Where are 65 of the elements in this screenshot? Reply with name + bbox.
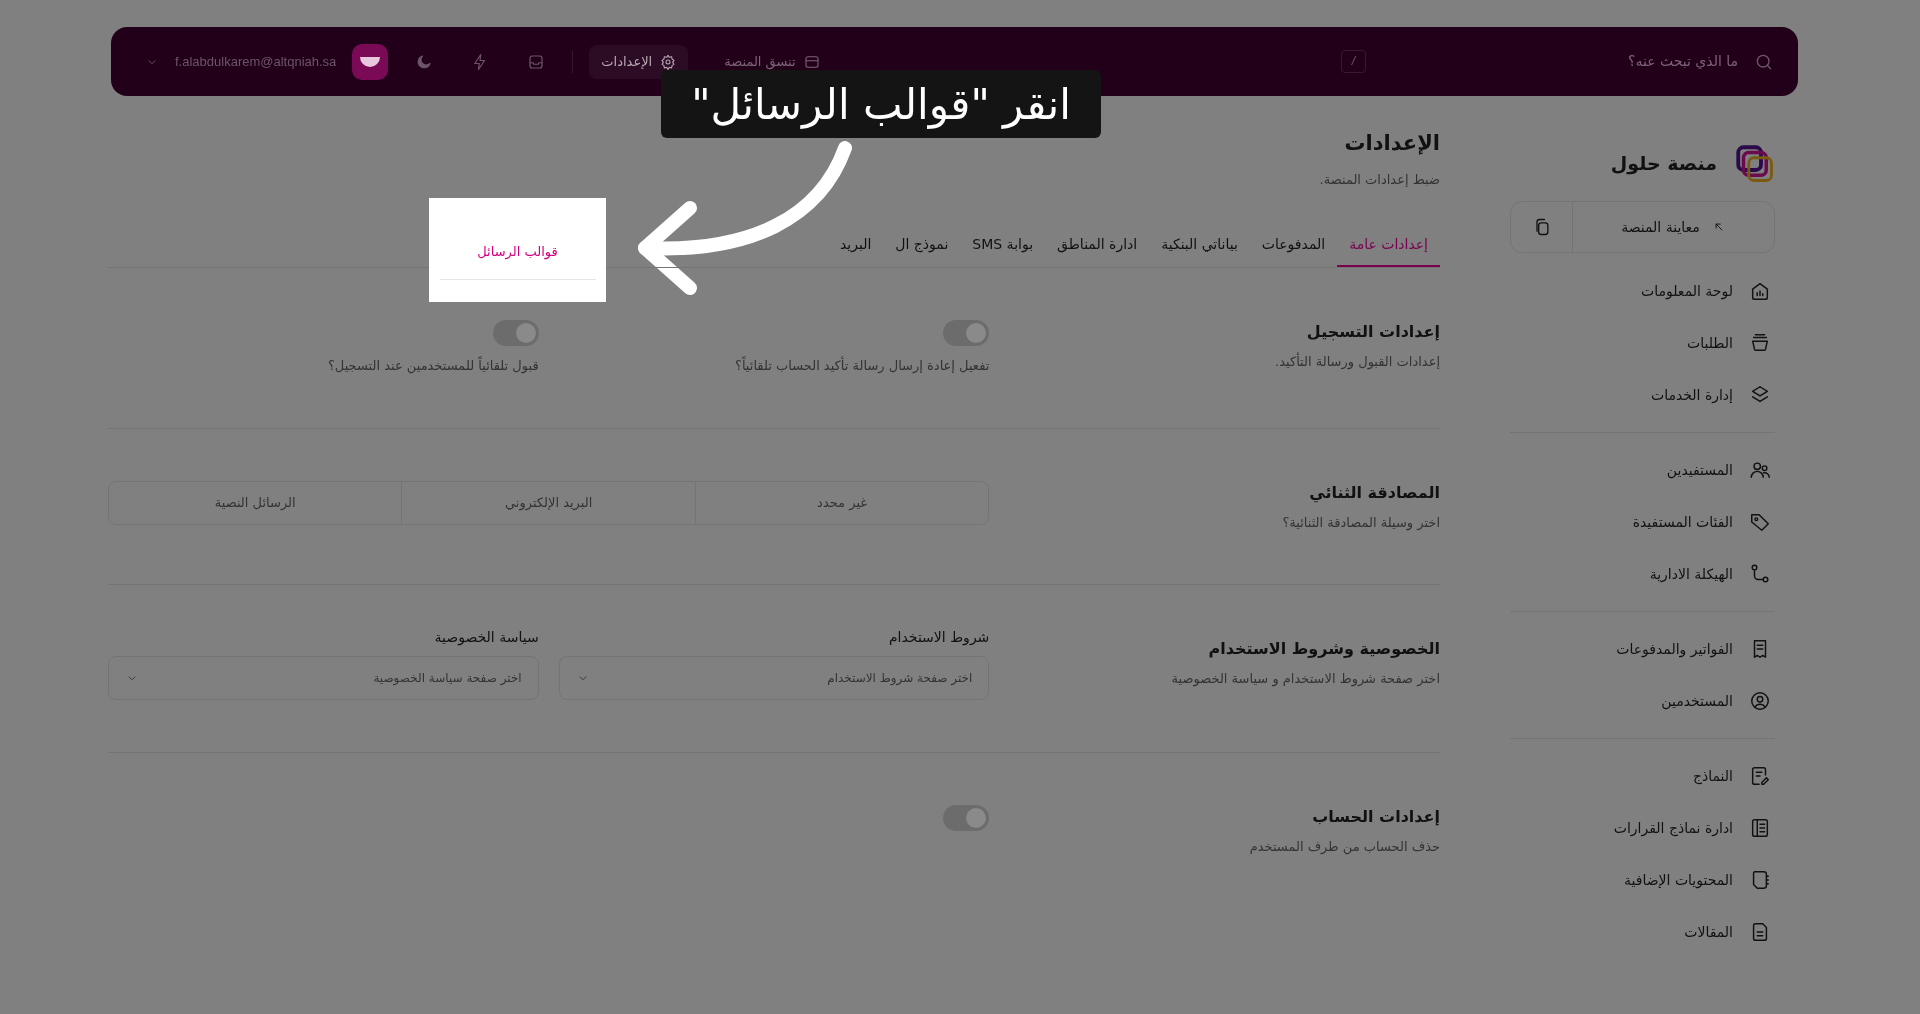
toggle-label: تفعيل إعادة إرسال رسالة تأكيد الحساب تلقائياً؟ — [735, 356, 990, 375]
sidebar-item[interactable]: الطلبات — [1510, 317, 1775, 369]
layout-icon — [803, 53, 820, 70]
search-field[interactable]: ما الذي تبحث عنه؟ — [1578, 51, 1738, 72]
chart-icon — [1749, 280, 1771, 302]
page-title: الإعدادات — [1343, 130, 1440, 157]
tab[interactable]: بياناتي البنكية — [1149, 211, 1250, 267]
toggle-label: قبول تلقائياً للمستخدمين عند التسجيل؟ — [327, 356, 539, 376]
sidebar-item[interactable]: إدارة الخدمات — [1510, 369, 1775, 421]
user-email: f.alabdulkarem@altqniah.sa — [175, 52, 337, 71]
section-description: اختر وسيلة المصادقة الثنائية؟ — [1281, 513, 1440, 532]
logo-icon — [1733, 142, 1775, 184]
tag-icon — [1749, 511, 1771, 533]
toggle-switch[interactable] — [492, 320, 539, 346]
section-description: حذف الحساب من طرف المستخدم — [1248, 838, 1440, 857]
instruction-tooltip: انقر "قوالب الرسائل" — [661, 70, 1101, 138]
user-icon — [1749, 690, 1771, 712]
select-field[interactable]: اختر صفحة شروط الاستخدام — [558, 656, 990, 700]
sidebar-item[interactable]: ادارة نماذج القرارات — [1510, 802, 1775, 854]
section-title: إعدادات الحساب — [1311, 806, 1440, 828]
segment-option[interactable]: غير محدد — [695, 481, 989, 524]
tab[interactable]: المدفوعات — [1249, 211, 1338, 267]
sidebar-item[interactable]: المقالات — [1510, 906, 1775, 958]
form-icon — [1749, 765, 1771, 787]
select-field[interactable]: اختر صفحة سياسة الخصوصية — [108, 656, 539, 700]
smile-icon — [360, 56, 381, 67]
field-label: سياسة الخصوصية — [433, 628, 539, 648]
nav-link[interactable]: الإعدادات — [589, 44, 689, 79]
toggle-switch[interactable] — [943, 320, 990, 346]
sidebar-item[interactable]: الفواتير والمدفوعات — [1510, 623, 1775, 675]
sidebar-item[interactable]: المستخدمين — [1510, 675, 1775, 727]
brand-name: منصة حلول — [1610, 150, 1717, 177]
sidebar-item[interactable]: المحتويات الإضافية — [1510, 854, 1775, 906]
sidebar-item[interactable]: المستفيدين — [1510, 444, 1775, 496]
section-title: الخصوصية وشروط الاستخدام — [1207, 638, 1440, 660]
tab[interactable]: البريد — [827, 211, 884, 267]
bowl-icon — [1749, 332, 1771, 354]
select-placeholder: اختر صفحة شروط الاستخدام — [827, 670, 973, 687]
page-subtitle: ضبط إعدادات المنصة. — [1318, 170, 1440, 189]
inbox-icon — [527, 52, 546, 71]
tab[interactable]: بوابة SMS — [960, 211, 1046, 267]
section-description: إعدادات القبول ورسالة التأكيد. — [1274, 352, 1440, 372]
toggle-switch[interactable] — [943, 805, 990, 831]
segment-option[interactable]: الرسائل النصية — [109, 481, 403, 524]
select-placeholder: اختر صفحة سياسة الخصوصية — [373, 670, 522, 687]
book-icon — [1749, 817, 1771, 839]
settings-icon — [660, 53, 677, 70]
sidebar-item[interactable]: الهيكلة الادارية — [1510, 548, 1775, 600]
tab[interactable]: إعدادات عامة — [1337, 211, 1440, 267]
tab[interactable]: قوالب الرسائل — [439, 224, 596, 280]
moon-icon — [415, 52, 434, 71]
tab[interactable]: نموذج ال — [883, 211, 961, 267]
tab[interactable]: ادارة المناطق — [1045, 211, 1150, 267]
users-icon — [1749, 459, 1771, 481]
section-description: اختر صفحة شروط الاستخدام و سياسة الخصوصية — [1170, 670, 1440, 689]
field-label: شروط الاستخدام — [887, 628, 990, 648]
route-icon — [1749, 563, 1771, 585]
segment-option[interactable]: البريد الإلكتروني — [402, 481, 696, 524]
section-title: إعدادات التسجيل — [1305, 321, 1440, 343]
preview-button[interactable]: معاينة المنصة — [1573, 202, 1774, 252]
section-title: المصادقة الثنائي — [1308, 481, 1440, 505]
sidebar-item[interactable]: النماذج — [1510, 750, 1775, 802]
shortcut-key: / — [1341, 50, 1366, 73]
sidebar-item[interactable]: الفئات المستفيدة — [1510, 496, 1775, 548]
sidebar-item[interactable]: لوحة المعلومات — [1510, 265, 1775, 317]
